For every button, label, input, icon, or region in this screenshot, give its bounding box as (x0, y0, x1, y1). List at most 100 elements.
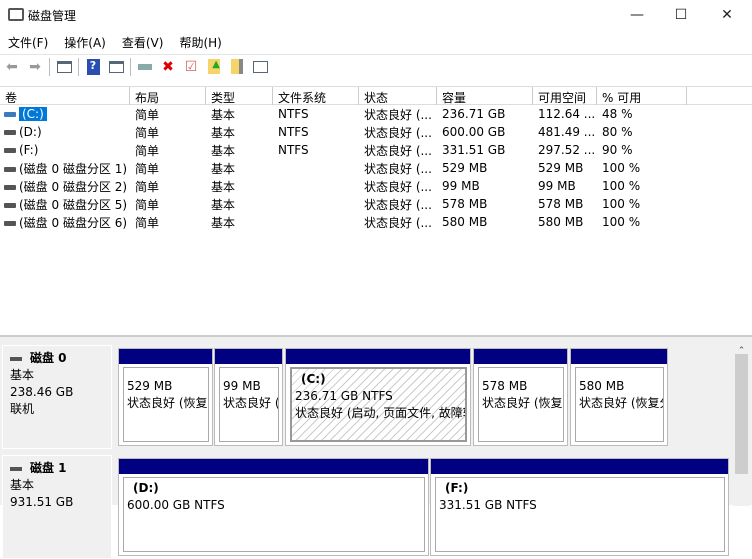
volume-icon (4, 148, 16, 153)
folder-up-icon[interactable]: ▲ (205, 58, 223, 76)
help-icon[interactable]: ? (84, 58, 102, 76)
disk-title: 磁盘 0 (10, 350, 104, 367)
partition-status: 状态良好 (恢复 (482, 396, 563, 410)
column-header-percent-free[interactable]: % 可用 (597, 87, 687, 105)
column-header-capacity[interactable]: 容量 (437, 87, 533, 105)
cell-free-space: 99 MB (538, 179, 576, 193)
disk-size: 931.51 GB (10, 495, 74, 509)
menu-action[interactable]: 操作(A) (56, 32, 114, 52)
disk-size: 238.46 GB (10, 385, 74, 399)
volume-row[interactable]: (D:) 简单 基本 NTFS 状态良好 (... 600.00 GB 481.49 ...… (0, 123, 687, 141)
forward-icon[interactable]: ➡ (26, 58, 44, 76)
volume-name: (磁盘 0 磁盘分区 1) (19, 161, 128, 176)
action-pane-icon[interactable] (107, 58, 125, 76)
cell-volume: (磁盘 0 磁盘分区 1) (0, 160, 130, 177)
cell-capacity: 331.51 GB (442, 143, 506, 157)
cell-percent-free: 100 % (602, 179, 641, 193)
cell-status: 状态良好 (... (364, 179, 432, 194)
close-button[interactable]: ✕ (712, 4, 742, 26)
volume-row[interactable]: (磁盘 0 磁盘分区 2) 简单 基本 状态良好 (... 99 MB 99 MB 100 … (0, 177, 687, 195)
partition[interactable]: (C:) 236.71 GB NTFS 状态良好 (启动, 页面文件, 故障转 (285, 348, 471, 446)
partition-status: 状态良好 (EFI (223, 396, 278, 410)
volume-name: (磁盘 0 磁盘分区 5) (19, 197, 128, 212)
volume-row[interactable]: (磁盘 0 磁盘分区 5) 简单 基本 状态良好 (... 578 MB 578 MB 10… (0, 195, 687, 213)
column-header-status[interactable]: 状态 (359, 87, 437, 105)
partition[interactable]: (D:) 600.00 GB NTFS (118, 458, 429, 556)
volume-row[interactable]: (磁盘 0 磁盘分区 1) 简单 基本 状态良好 (... 529 MB 529 MB 10… (0, 159, 687, 177)
cell-type: 基本 (211, 197, 236, 212)
partition-size: 99 MB (223, 379, 261, 393)
cell-status: 状态良好 (... (364, 215, 432, 230)
volume-row[interactable]: (C:) 简单 基本 NTFS 状态良好 (... 236.71 GB 112.64 ...… (0, 105, 687, 123)
column-header-layout[interactable]: 布局 (130, 87, 206, 105)
column-header-filesystem[interactable]: 文件系统 (273, 87, 359, 105)
cell-filesystem: NTFS (278, 143, 309, 157)
disk-icon (10, 466, 22, 471)
list-view-icon[interactable] (251, 58, 269, 76)
maximize-button[interactable]: ☐ (666, 4, 696, 26)
partition-status: 状态良好 (启动, 页面文件, 故障转 (295, 406, 467, 420)
cell-filesystem: NTFS (278, 125, 309, 139)
partition-size: 331.51 GB NTFS (439, 498, 537, 512)
partition-status: 状态良好 (恢复分 (579, 396, 664, 410)
cell-layout: 简单 (135, 215, 160, 230)
volume-row[interactable]: (F:) 简单 基本 NTFS 状态良好 (... 331.51 GB 297.52 ...… (0, 141, 687, 159)
cell-type: 基本 (211, 161, 236, 176)
menu-file[interactable]: 文件(F) (0, 32, 56, 52)
cell-free-space: 580 MB (538, 215, 584, 229)
properties-icon[interactable]: ☑ (182, 58, 200, 76)
connect-disk-icon[interactable] (136, 58, 154, 76)
partition[interactable]: 580 MB 状态良好 (恢复分 (570, 348, 668, 446)
cell-percent-free: 80 % (602, 125, 633, 139)
cell-type: 基本 (211, 215, 236, 230)
console-tree-icon[interactable] (55, 58, 73, 76)
partition-header-bar (571, 349, 667, 364)
partition-body: 580 MB 状态良好 (恢复分 (575, 367, 664, 442)
back-icon[interactable]: ⬅ (3, 58, 21, 76)
vertical-scrollbar[interactable]: ⌃ (733, 346, 750, 506)
scrollbar-thumb[interactable] (735, 354, 748, 474)
partition-body: (D:) 600.00 GB NTFS (123, 477, 425, 552)
partition-header-bar (215, 349, 282, 364)
partition-header-bar (286, 349, 470, 364)
partition[interactable]: (F:) 331.51 GB NTFS (430, 458, 729, 556)
disk-title: 磁盘 1 (10, 460, 104, 477)
search-folder-icon[interactable] (228, 58, 246, 76)
menu-help[interactable]: 帮助(H) (171, 32, 229, 52)
cell-layout: 简单 (135, 107, 160, 122)
minimize-button[interactable]: — (622, 4, 652, 26)
disk-name: 磁盘 0 (30, 351, 67, 365)
cell-volume: (磁盘 0 磁盘分区 6) (0, 214, 130, 231)
volume-name: (D:) (19, 125, 42, 139)
volume-table-header: 卷 布局 类型 文件系统 状态 容量 可用空间 % 可用 (0, 86, 752, 105)
disk-info[interactable]: 磁盘 1 基本 931.51 GB (2, 455, 112, 559)
cell-status: 状态良好 (... (364, 161, 432, 176)
cell-volume: (F:) (0, 143, 130, 157)
partition-label: (D:) (133, 481, 159, 495)
cell-percent-free: 90 % (602, 143, 633, 157)
menu-view[interactable]: 查看(V) (114, 32, 172, 52)
cell-type: 基本 (211, 179, 236, 194)
column-header-type[interactable]: 类型 (206, 87, 273, 105)
cell-free-space: 578 MB (538, 197, 584, 211)
title-bar: 磁盘管理 — ☐ ✕ (0, 0, 752, 30)
toolbar: ⬅ ➡ ? ✖ ☑ ▲ (0, 54, 752, 78)
volume-row[interactable]: (磁盘 0 磁盘分区 6) 简单 基本 状态良好 (... 580 MB 580 MB 10… (0, 213, 687, 231)
partition[interactable]: 578 MB 状态良好 (恢复 (473, 348, 568, 446)
cell-type: 基本 (211, 125, 236, 140)
cell-capacity: 236.71 GB (442, 107, 506, 121)
partition-size: 580 MB (579, 379, 625, 393)
column-header-volume[interactable]: 卷 (0, 87, 130, 105)
column-header-free-space[interactable]: 可用空间 (533, 87, 597, 105)
cell-status: 状态良好 (... (364, 143, 432, 158)
toolbar-separator (130, 57, 131, 76)
delete-icon[interactable]: ✖ (159, 58, 177, 76)
partition-label: (F:) (445, 481, 469, 495)
cell-volume: (磁盘 0 磁盘分区 2) (0, 178, 130, 195)
volume-name: (磁盘 0 磁盘分区 2) (19, 179, 128, 194)
disk-info[interactable]: 磁盘 0 基本 238.46 GB 联机 (2, 345, 112, 449)
disk-icon (10, 356, 22, 361)
partition[interactable]: 529 MB 状态良好 (恢复 (118, 348, 213, 446)
partition[interactable]: 99 MB 状态良好 (EFI (214, 348, 283, 446)
toolbar-separator (49, 57, 50, 76)
